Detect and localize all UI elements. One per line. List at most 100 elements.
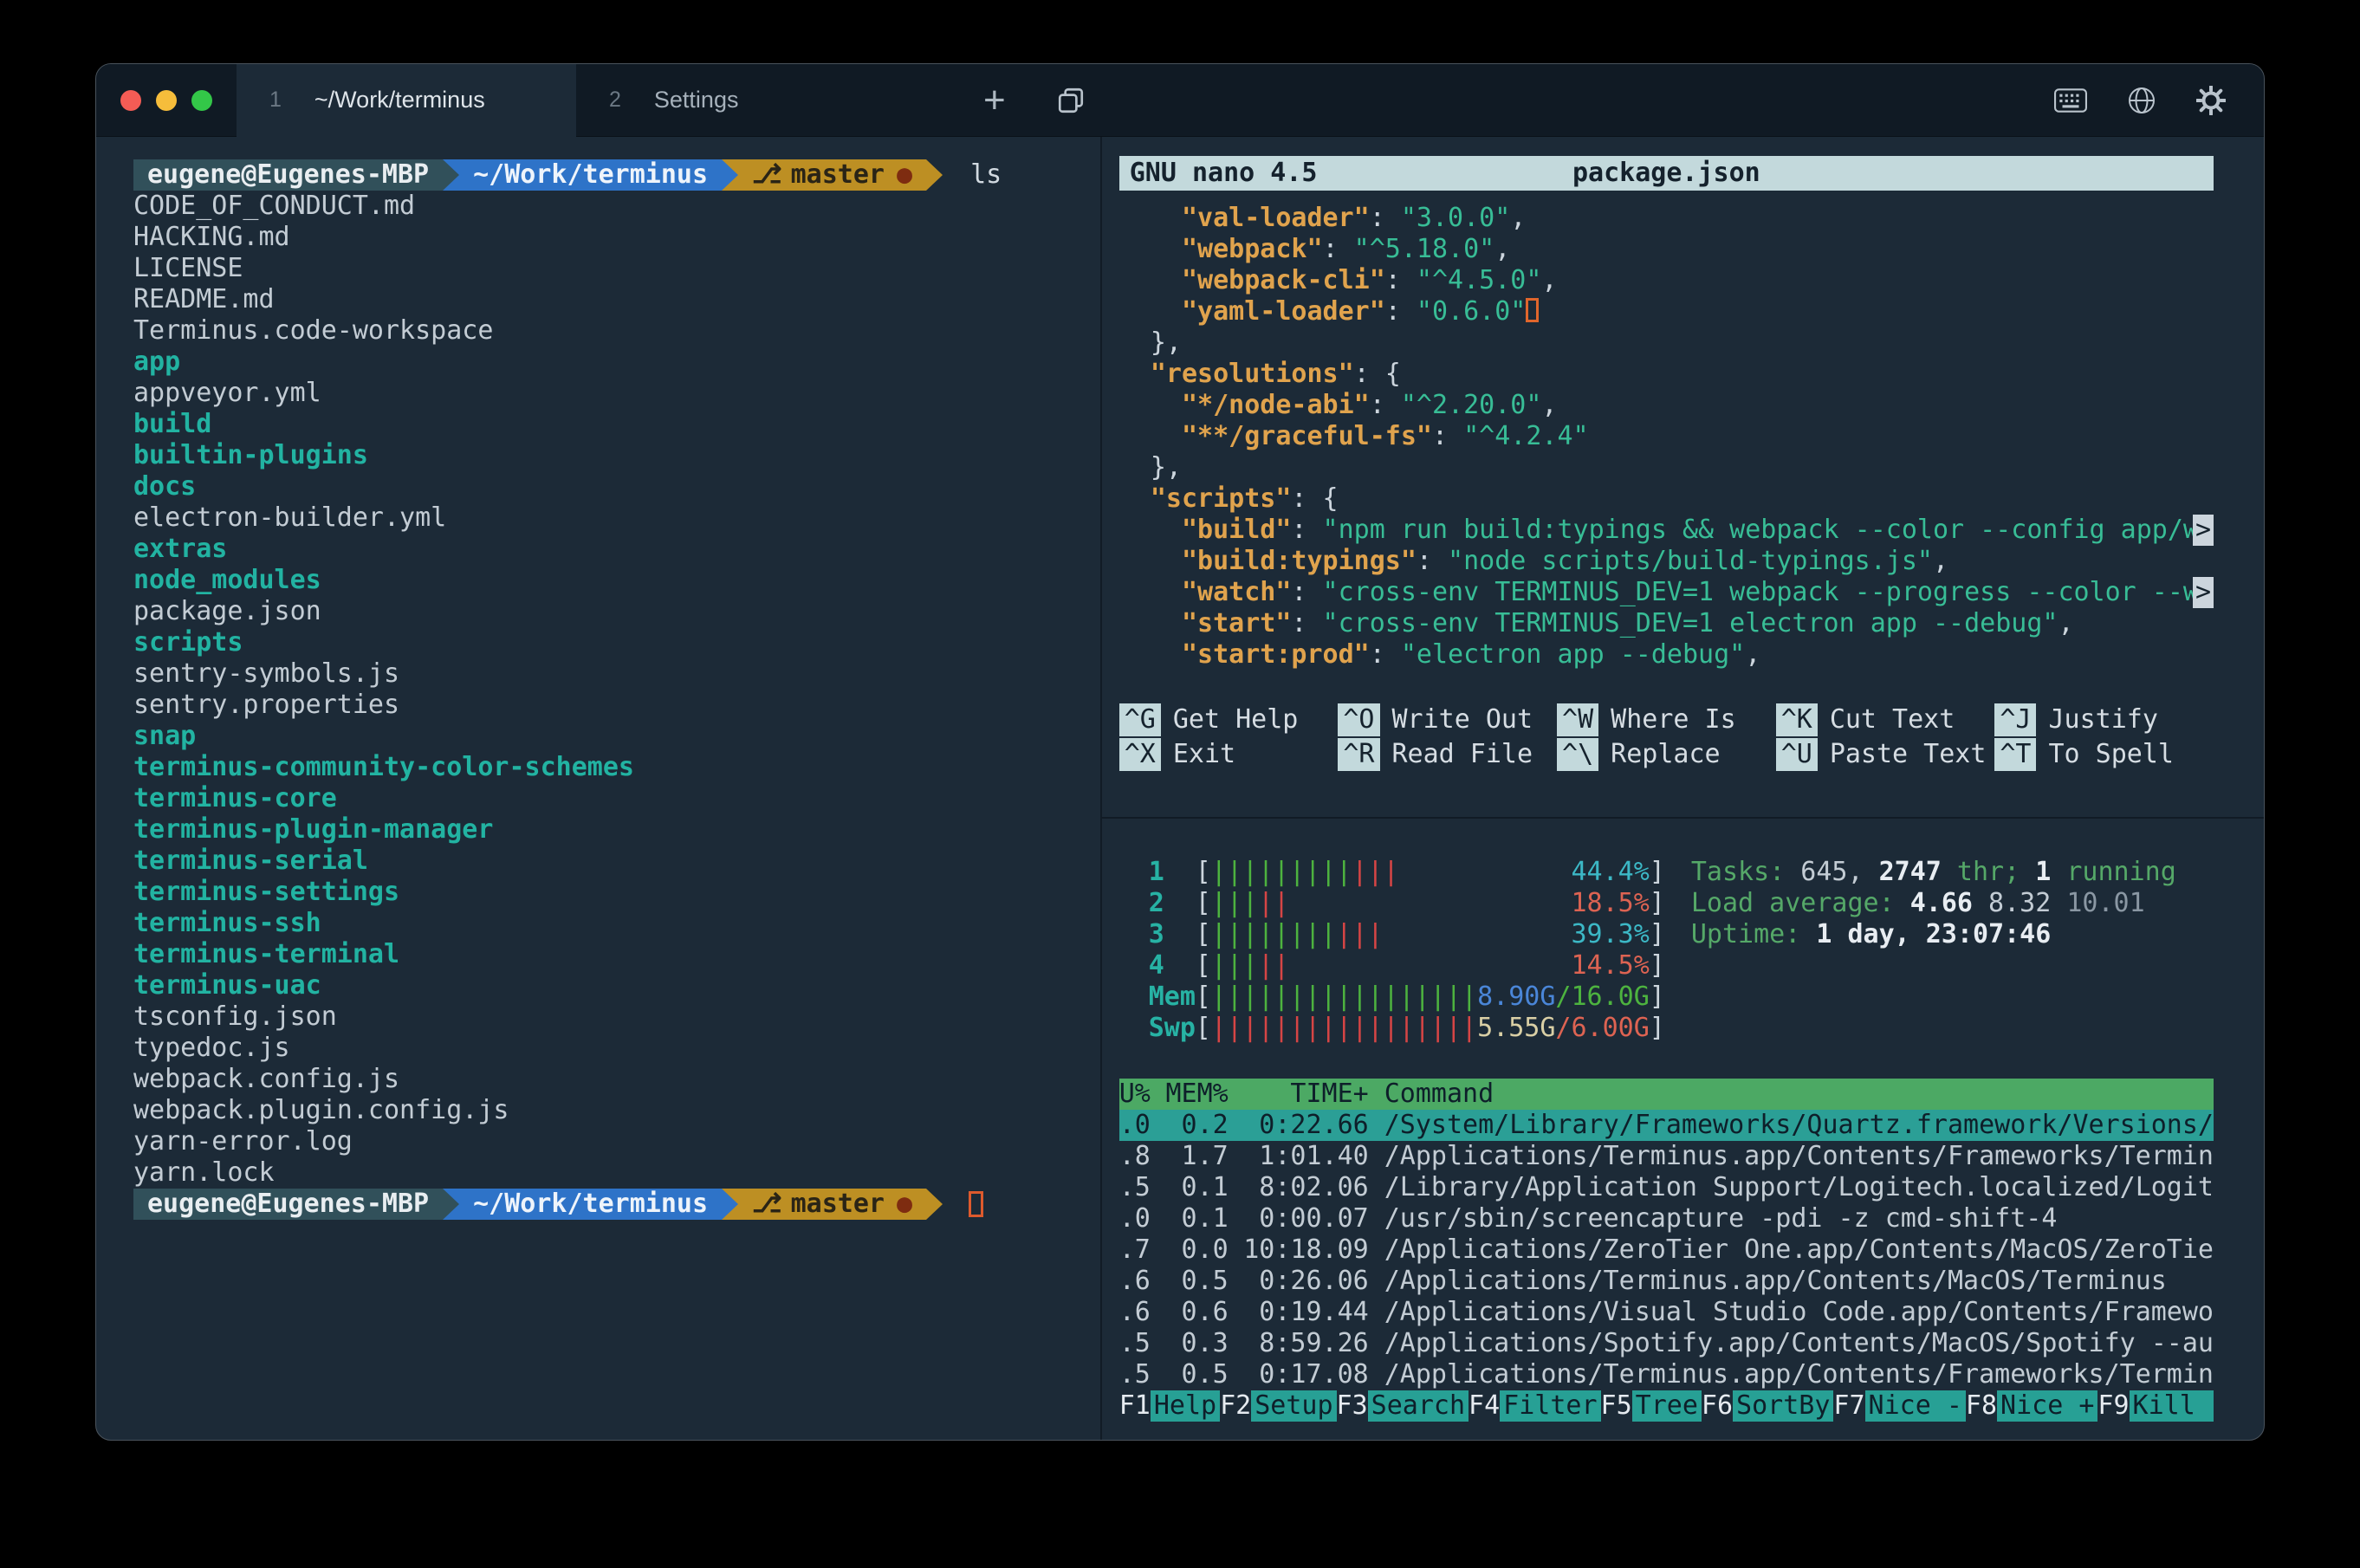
duplicate-tab-icon[interactable] <box>1056 86 1086 115</box>
process-row[interactable]: .70.010:18.09/Applications/ZeroTier One.… <box>1119 1234 2214 1266</box>
nano-text-segment: , <box>1745 639 1760 670</box>
nano-text-segment: "*/node-abi" <box>1182 390 1370 420</box>
zoom-icon[interactable] <box>191 90 212 111</box>
htop-fkey[interactable]: F1Help <box>1119 1390 1220 1422</box>
new-tab-button[interactable]: + <box>983 81 1006 120</box>
nano-text-segment: : <box>1370 203 1401 233</box>
directory-entry: snap <box>133 721 1100 752</box>
nano-text-segment: : <box>1291 577 1322 607</box>
globe-icon[interactable] <box>2127 86 2156 115</box>
tab-settings[interactable]: 2 Settings <box>576 64 916 137</box>
process-row[interactable]: .50.18:02.06/Library/Application Support… <box>1119 1172 2214 1203</box>
nano-shortcut[interactable]: ^JJustify <box>1994 703 2214 736</box>
shortcut-label: Justify <box>2048 704 2157 735</box>
nano-text-segment: "webpack" <box>1182 234 1323 264</box>
nano-text-segment: : { <box>1354 359 1401 389</box>
directory-entry: terminus-uac <box>133 970 1100 1001</box>
process-row[interactable]: .60.60:19.44/Applications/Visual Studio … <box>1119 1297 2214 1328</box>
nano-text-segment <box>1119 296 1182 327</box>
file-entry: CODE_OF_CONDUCT.md <box>133 191 1100 222</box>
nano-text-segment: : <box>1385 265 1417 295</box>
fkey-label: Nice - <box>1865 1390 1966 1422</box>
nano-text-segment: "cross-env TERMINUS_DEV=1 electron app -… <box>1323 608 2059 638</box>
nano-line: }, <box>1119 452 2214 483</box>
nano-shortcut[interactable]: ^OWrite Out <box>1338 703 1557 736</box>
nano-text-segment: : <box>1323 234 1354 264</box>
nano-shortcut[interactable]: ^RRead File <box>1338 738 1557 771</box>
htop-fkey[interactable]: F4Filter <box>1469 1390 1601 1422</box>
settings-gear-icon[interactable] <box>2196 86 2226 115</box>
nano-shortcut[interactable]: ^TTo Spell <box>1994 738 2214 771</box>
shortcut-label: Write Out <box>1392 704 1533 735</box>
nano-text-segment: : <box>1370 639 1401 670</box>
fkey-number: F5 <box>1601 1390 1632 1422</box>
process-row[interactable]: .60.50:26.06/Applications/Terminus.app/C… <box>1119 1266 2214 1297</box>
htop-meter: Swp[|||||||||||||||||5.55G/6.00G] <box>1149 1013 1665 1044</box>
process-row[interactable]: .50.38:59.26/Applications/Spotify.app/Co… <box>1119 1328 2214 1359</box>
nano-shortcut[interactable]: ^WWhere Is <box>1557 703 1776 736</box>
nano-line: "webpack": "^5.18.0", <box>1119 234 2214 265</box>
shortcut-key: ^K <box>1776 703 1818 736</box>
process-row[interactable]: .81.71:01.40/Applications/Terminus.app/C… <box>1119 1141 2214 1172</box>
shortcut-label: Where Is <box>1611 704 1736 735</box>
nano-shortcut[interactable]: ^XExit <box>1119 738 1339 771</box>
nano-text-segment: : { <box>1291 483 1338 514</box>
prompt-user-segment: eugene@Eugenes-MBP <box>133 159 443 191</box>
process-row[interactable]: .50.50:17.08/Applications/Terminus.app/C… <box>1119 1359 2214 1390</box>
htop-fkey[interactable]: F7Nice - <box>1833 1390 1966 1422</box>
nano-text-segment <box>1119 577 1182 607</box>
shortcut-label: Replace <box>1611 739 1720 770</box>
file-entry: webpack.plugin.config.js <box>133 1095 1100 1126</box>
nano-text-segment: "^4.5.0" <box>1417 265 1542 295</box>
nano-shortcut[interactable]: ^\Replace <box>1557 738 1776 771</box>
minimize-icon[interactable] <box>156 90 177 111</box>
nano-text-segment: "3.0.0" <box>1401 203 1510 233</box>
tab-terminal[interactable]: 1 ~/Work/terminus <box>237 64 576 137</box>
terminal-pane-shell[interactable]: eugene@Eugenes-MBP ~/Work/terminus ⎇mast… <box>96 137 1100 1441</box>
htop-fkey[interactable]: F3Search <box>1337 1390 1469 1422</box>
nano-shortcut[interactable]: ^KCut Text <box>1776 703 1995 736</box>
process-table-header[interactable]: U% MEM% TIME+ Command <box>1119 1079 2214 1110</box>
nano-line: "*/node-abi": "^2.20.0", <box>1119 390 2214 421</box>
terminal-pane-nano[interactable]: package.json GNU nano 4.5 "val-loader": … <box>1102 137 2264 817</box>
fkey-number: F4 <box>1469 1390 1500 1422</box>
branch-icon: ⎇ <box>752 1189 782 1220</box>
window-controls <box>96 90 237 111</box>
right-split-column: package.json GNU nano 4.5 "val-loader": … <box>1100 137 2264 1441</box>
tabbar-right-actions <box>2054 86 2264 115</box>
file-entry: README.md <box>133 284 1100 315</box>
htop-fkey[interactable]: F6SortBy <box>1702 1390 1834 1422</box>
nano-text-segment <box>1119 421 1182 451</box>
terminal-pane-htop[interactable]: 1[||||||||||||44.4%]2[|||||18.5%]3[|||||… <box>1102 817 2264 1441</box>
htop-fkey[interactable]: F2Setup <box>1220 1390 1336 1422</box>
shortcut-key: ^U <box>1776 738 1818 771</box>
htop-fkey[interactable]: F8Nice + <box>1966 1390 2098 1422</box>
process-row[interactable]: .00.20:22.66/System/Library/Frameworks/Q… <box>1119 1110 2214 1141</box>
process-row[interactable]: .00.10:00.07/usr/sbin/screencapture -pdi… <box>1119 1203 2214 1234</box>
htop-fkey[interactable]: F5Tree <box>1601 1390 1702 1422</box>
directory-entry: terminus-terminal <box>133 939 1100 970</box>
nano-shortcut[interactable]: ^UPaste Text <box>1776 738 1995 771</box>
file-entry: sentry.properties <box>133 690 1100 721</box>
prompt-path-segment: ~/Work/terminus <box>459 159 722 191</box>
nano-text-segment: , <box>1933 546 1948 576</box>
prompt-path-segment: ~/Work/terminus <box>459 1189 722 1220</box>
nano-text-segment <box>1119 608 1182 638</box>
nano-text-segment: "start:prod" <box>1182 639 1370 670</box>
keyboard-icon[interactable] <box>2054 88 2087 113</box>
nano-text-segment: "build" <box>1182 515 1291 545</box>
fkey-label: Tree <box>1632 1390 1702 1422</box>
nano-shortcut[interactable]: ^GGet Help <box>1119 703 1339 736</box>
nano-line: "resolutions": { <box>1119 359 2214 390</box>
shortcut-label: Read File <box>1392 739 1533 770</box>
fkey-label: Setup <box>1251 1390 1336 1422</box>
nano-text-segment: : <box>1291 608 1322 638</box>
nano-text-segment: "^4.2.4" <box>1463 421 1589 451</box>
htop-fkey[interactable]: F9Kill <box>2097 1390 2214 1422</box>
htop-meter: 4[|||||14.5%] <box>1149 950 1665 982</box>
fkey-label: Filter <box>1500 1390 1600 1422</box>
nano-version: GNU nano 4.5 <box>1119 158 1318 189</box>
close-icon[interactable] <box>120 90 141 111</box>
powerline-separator-icon <box>926 1189 943 1220</box>
prompt-user-segment: eugene@Eugenes-MBP <box>133 1189 443 1220</box>
